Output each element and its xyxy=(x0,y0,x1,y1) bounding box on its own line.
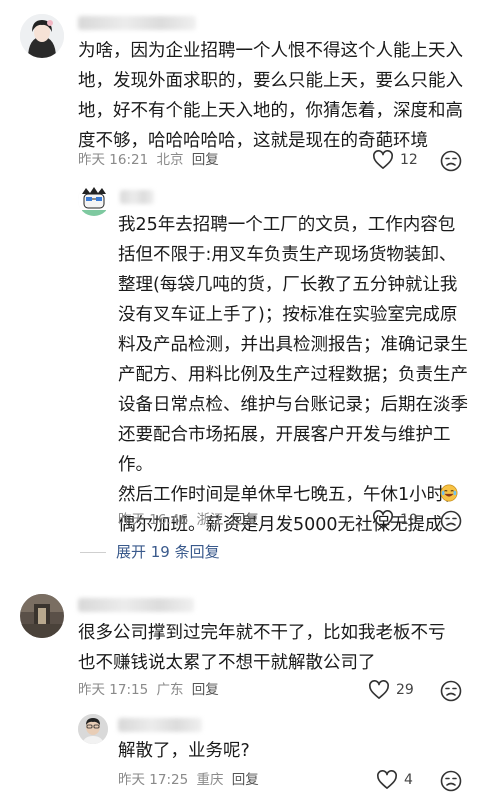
comment-time: 昨天 16:21 xyxy=(78,152,149,168)
comment-meta: 昨天 16:46 浙江 回复 xyxy=(118,510,263,530)
heart-outline-icon xyxy=(377,770,397,789)
reply-button[interactable]: 回复 xyxy=(232,772,259,788)
username-blurred[interactable] xyxy=(118,718,202,732)
user-avatar-icon xyxy=(20,14,64,58)
comment-text: 我25年去招聘一个工厂的文员，工作内容包括但不限于:用叉车负责生产现场货物装卸、… xyxy=(118,215,468,535)
dislike-face-icon[interactable] xyxy=(440,680,462,702)
avatar[interactable] xyxy=(20,14,64,58)
user-avatar-icon xyxy=(78,184,110,216)
expand-replies-label: 展开 19 条回复 xyxy=(116,543,220,561)
avatar[interactable] xyxy=(78,184,110,216)
comment-location: 浙江 xyxy=(196,512,224,528)
username-blurred[interactable] xyxy=(120,190,154,204)
avatar[interactable] xyxy=(20,594,64,638)
comment-meta: 昨天 17:15 广东 回复 xyxy=(78,680,223,700)
like-button[interactable]: 29 xyxy=(368,679,414,701)
like-count: 12 xyxy=(400,152,418,168)
heart-outline-icon xyxy=(369,680,389,699)
heart-outline-icon xyxy=(373,510,393,529)
like-button[interactable]: 12 xyxy=(372,149,418,171)
dislike-face-icon[interactable] xyxy=(440,770,462,792)
user-avatar-icon xyxy=(78,714,108,744)
dislike-face-icon[interactable] xyxy=(440,510,462,532)
reply-button[interactable]: 回复 xyxy=(192,152,219,168)
like-count: 29 xyxy=(396,682,414,698)
comment-time: 昨天 17:25 xyxy=(118,772,189,788)
comment-time: 昨天 16:46 xyxy=(118,512,189,528)
like-button[interactable]: 10 xyxy=(372,509,418,531)
comment-location: 重庆 xyxy=(196,772,224,788)
comment-location: 广东 xyxy=(156,682,184,698)
comment-location: 北京 xyxy=(156,152,184,168)
expand-replies-button[interactable]: 展开 19 条回复 xyxy=(80,541,220,563)
comment-meta: 昨天 16:21 北京 回复 xyxy=(78,150,223,170)
avatar[interactable] xyxy=(78,714,108,744)
username-blurred[interactable] xyxy=(78,598,194,612)
reply-button[interactable]: 回复 xyxy=(192,682,219,698)
like-count: 10 xyxy=(400,512,418,528)
like-count: 4 xyxy=(404,772,413,788)
like-button[interactable]: 4 xyxy=(376,769,413,791)
comment-text: 为啥，因为企业招聘一个人恨不得这个人能上天入地，发现外面求职的，要么只能上天，要… xyxy=(78,41,463,151)
laughing-tears-emoji xyxy=(440,484,458,502)
username-blurred[interactable] xyxy=(78,16,196,30)
comment-time: 昨天 17:15 xyxy=(78,682,149,698)
heart-outline-icon xyxy=(373,150,393,169)
user-avatar-icon xyxy=(20,594,64,638)
divider xyxy=(80,551,106,553)
comment-text: 很多公司撑到过完年就不干了，比如我老板不亏也不赚钱说太累了不想干就解散公司了 xyxy=(78,623,446,673)
reply-button[interactable]: 回复 xyxy=(232,512,259,528)
dislike-face-icon[interactable] xyxy=(440,150,462,172)
comment-text: 解散了，业务呢? xyxy=(118,741,250,761)
comment-meta: 昨天 17:25 重庆 回复 xyxy=(118,770,263,790)
